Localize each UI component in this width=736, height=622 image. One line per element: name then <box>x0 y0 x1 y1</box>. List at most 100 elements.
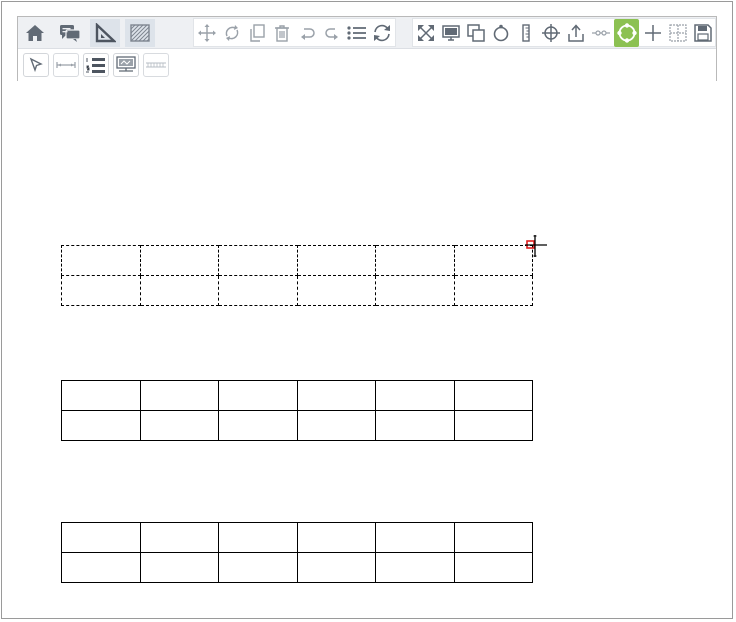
fullscreen-button[interactable] <box>413 19 438 47</box>
copy-button[interactable] <box>244 19 269 47</box>
geometry-ruler-icon <box>95 23 116 43</box>
table-cell[interactable] <box>139 275 219 306</box>
table-cell[interactable] <box>61 522 141 553</box>
table-cell[interactable] <box>218 275 298 306</box>
table-cell[interactable] <box>453 245 533 276</box>
save-icon <box>693 24 712 42</box>
delete-icon <box>274 25 289 42</box>
table-cell[interactable] <box>139 522 219 553</box>
table-cell[interactable] <box>218 380 298 411</box>
hatch-mode-button[interactable] <box>125 19 155 47</box>
table-row <box>61 410 533 441</box>
table-cell[interactable] <box>61 552 141 583</box>
table-cell[interactable] <box>296 245 376 276</box>
segment-button[interactable] <box>588 19 613 47</box>
list-button[interactable] <box>344 19 369 47</box>
hatch-line-button[interactable] <box>143 53 169 77</box>
table-row <box>61 552 533 583</box>
numbered-list-button[interactable] <box>83 53 109 77</box>
table-cell[interactable] <box>453 275 533 306</box>
table-cell[interactable] <box>296 552 376 583</box>
layers-button[interactable] <box>463 19 488 47</box>
refresh-button[interactable] <box>369 19 394 47</box>
toolbar-row-main <box>18 17 716 49</box>
table-row <box>61 245 533 276</box>
numbered-list-icon <box>86 58 105 73</box>
table-cell[interactable] <box>375 245 455 276</box>
table-row <box>61 275 533 306</box>
rotate-button[interactable] <box>219 19 244 47</box>
grid-button[interactable] <box>665 19 690 47</box>
table-cell[interactable] <box>375 380 455 411</box>
table-cell[interactable] <box>61 410 141 441</box>
table-cell[interactable] <box>61 275 141 306</box>
home-button[interactable] <box>20 19 50 47</box>
display-button[interactable] <box>113 53 139 77</box>
upload-button[interactable] <box>563 19 588 47</box>
solid-table[interactable] <box>61 522 533 583</box>
redo-icon <box>324 28 338 40</box>
redo-button[interactable] <box>319 19 344 47</box>
table-cell[interactable] <box>139 380 219 411</box>
table-cell[interactable] <box>139 552 219 583</box>
table-cell[interactable] <box>61 245 141 276</box>
crosshair-cursor-icon <box>525 235 547 257</box>
table-cell[interactable] <box>296 522 376 553</box>
circle-icon <box>493 24 508 42</box>
ruler-icon <box>521 24 530 42</box>
chat-button[interactable] <box>55 19 85 47</box>
table-cell[interactable] <box>375 522 455 553</box>
geometry-mode-button[interactable] <box>90 19 120 47</box>
home-icon <box>26 25 44 41</box>
move-button[interactable] <box>194 19 219 47</box>
table-cell[interactable] <box>453 380 533 411</box>
monitor-button[interactable] <box>438 19 463 47</box>
dashed-table[interactable] <box>61 245 533 306</box>
dimension-line-icon <box>56 62 76 68</box>
solid-table[interactable] <box>61 380 533 441</box>
table-cell[interactable] <box>453 522 533 553</box>
dimension-line-button[interactable] <box>53 53 79 77</box>
toolbar-row-secondary <box>18 49 716 81</box>
table-cell[interactable] <box>375 410 455 441</box>
table-cell[interactable] <box>453 410 533 441</box>
table-cell[interactable] <box>61 380 141 411</box>
monitor-icon <box>441 25 460 41</box>
crosshair-button[interactable] <box>538 19 563 47</box>
ruler-button[interactable] <box>513 19 538 47</box>
table-cell[interactable] <box>296 410 376 441</box>
table-cell[interactable] <box>375 552 455 583</box>
crosshair-icon <box>541 24 560 42</box>
hatch-fill-icon <box>130 24 150 42</box>
chat-icon <box>60 25 81 42</box>
table-cell[interactable] <box>453 552 533 583</box>
circle-button[interactable] <box>488 19 513 47</box>
table-row <box>61 380 533 411</box>
undo-button[interactable] <box>294 19 319 47</box>
pointer-icon <box>29 57 43 73</box>
table-cell[interactable] <box>218 410 298 441</box>
table-cell[interactable] <box>139 410 219 441</box>
delete-button[interactable] <box>269 19 294 47</box>
save-button[interactable] <box>690 19 715 47</box>
move-icon <box>197 24 216 42</box>
refresh-icon <box>373 24 390 42</box>
table-cell[interactable] <box>218 522 298 553</box>
display-icon <box>116 56 136 72</box>
circle-points-button[interactable] <box>614 19 639 47</box>
pointer-button[interactable] <box>23 53 49 77</box>
fullscreen-icon <box>417 25 434 41</box>
toolbar <box>17 16 717 81</box>
table-cell[interactable] <box>218 245 298 276</box>
table-cell[interactable] <box>139 245 219 276</box>
copy-icon <box>249 24 265 42</box>
plus-button[interactable] <box>640 19 665 47</box>
table-cell[interactable] <box>296 275 376 306</box>
table-cell[interactable] <box>296 380 376 411</box>
list-icon <box>346 26 366 40</box>
table-cell[interactable] <box>375 275 455 306</box>
table-cell[interactable] <box>218 552 298 583</box>
rotate-icon <box>225 25 238 41</box>
plus-icon <box>644 25 661 41</box>
layers-icon <box>466 24 485 42</box>
